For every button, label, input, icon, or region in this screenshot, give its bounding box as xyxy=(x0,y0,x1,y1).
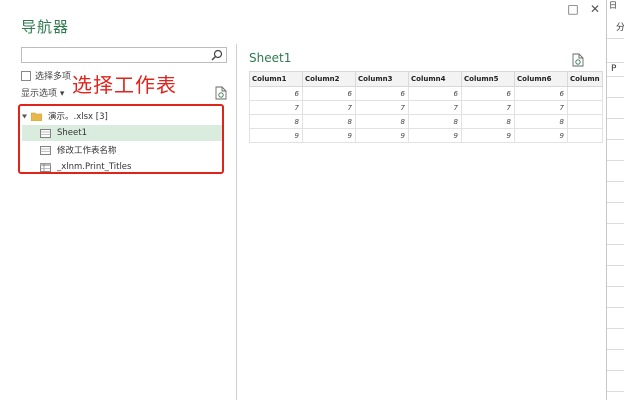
table-cell: 7 xyxy=(408,100,462,115)
table-cell: 9 xyxy=(461,128,515,143)
background-gridline xyxy=(607,244,624,245)
close-button[interactable]: ✕ xyxy=(588,2,602,16)
table-cell: 8 xyxy=(355,114,409,129)
background-partial-text: 日 xyxy=(609,1,617,10)
background-gridline xyxy=(607,62,624,63)
table-cell: 8 xyxy=(514,114,568,129)
table-cell: 9 xyxy=(514,128,568,143)
table-icon xyxy=(40,162,51,172)
table-row: 9 9 9 9 9 9 xyxy=(249,128,603,143)
background-gridline xyxy=(607,349,624,350)
column-header[interactable]: Column xyxy=(567,71,603,87)
search-input[interactable] xyxy=(21,47,227,63)
background-gridline xyxy=(607,391,624,392)
multi-select-checkbox[interactable] xyxy=(21,70,31,81)
column-header[interactable]: Column6 xyxy=(514,71,568,87)
table-row: 6 6 6 6 6 6 xyxy=(249,86,603,101)
table-cell: 8 xyxy=(249,114,303,129)
refresh-icon[interactable] xyxy=(215,86,227,100)
table-cell: 8 xyxy=(461,114,515,129)
table-cell: 7 xyxy=(514,100,568,115)
background-gridline xyxy=(607,160,624,161)
display-options-dropdown[interactable]: 显示选项 ▾ xyxy=(21,86,64,99)
table-cell: 9 xyxy=(355,128,409,143)
table-cell xyxy=(567,128,603,143)
table-cell: 9 xyxy=(302,128,356,143)
table-row: 8 8 8 8 8 8 xyxy=(249,114,603,129)
table-cell: 6 xyxy=(408,86,462,101)
background-gridline xyxy=(607,118,624,119)
preview-table: Column1 Column2 Column3 Column4 Column5 … xyxy=(249,71,603,143)
preview-title: Sheet1 xyxy=(249,51,292,65)
multi-select-option[interactable]: 选择多项 xyxy=(21,69,71,82)
annotation-text: 选择工作表 xyxy=(72,73,177,97)
column-header[interactable]: Column2 xyxy=(302,71,356,87)
column-header[interactable]: Column5 xyxy=(461,71,515,87)
background-gridline xyxy=(607,38,624,39)
column-header[interactable]: Column1 xyxy=(249,71,303,87)
column-header[interactable]: Column3 xyxy=(355,71,409,87)
table-cell: 9 xyxy=(408,128,462,143)
background-column-letter: P xyxy=(611,64,617,74)
column-header[interactable]: Column4 xyxy=(408,71,462,87)
table-cell: 6 xyxy=(461,86,515,101)
table-cell xyxy=(567,100,603,115)
table-cell: 7 xyxy=(302,100,356,115)
background-gridline xyxy=(607,370,624,371)
background-gridline xyxy=(607,202,624,203)
tree-root-workbook[interactable]: 演示。.xlsx [3] xyxy=(22,108,222,124)
table-row: 7 7 7 7 7 7 xyxy=(249,100,603,115)
background-gridline xyxy=(607,181,624,182)
preview-header-row: Column1 Column2 Column3 Column4 Column5 … xyxy=(249,71,603,87)
table-cell: 8 xyxy=(408,114,462,129)
table-cell: 8 xyxy=(302,114,356,129)
folder-icon xyxy=(31,112,42,121)
table-cell xyxy=(567,114,603,129)
table-cell: 7 xyxy=(461,100,515,115)
background-cell-text: 分 xyxy=(616,23,624,33)
table-cell: 6 xyxy=(302,86,356,101)
multi-select-label: 选择多项 xyxy=(35,72,72,82)
background-gridline xyxy=(607,76,624,77)
table-cell: 6 xyxy=(514,86,568,101)
tree-item-sheet1[interactable]: Sheet1 xyxy=(22,125,222,141)
table-cell xyxy=(567,86,603,101)
table-cell: 7 xyxy=(355,100,409,115)
table-cell: 6 xyxy=(355,86,409,101)
collapse-triangle-icon[interactable] xyxy=(22,112,28,121)
background-gridline xyxy=(607,307,624,308)
tree-item-rename-sheet[interactable]: 修改工作表名称 xyxy=(22,142,222,158)
sheet-icon xyxy=(40,145,51,155)
table-cell: 9 xyxy=(249,128,303,143)
pane-splitter[interactable] xyxy=(236,44,237,400)
tree-root-label: 演示。.xlsx [3] xyxy=(48,112,108,122)
navigator-tree: 演示。.xlsx [3] Sheet1 修改工作表名称 _xlnm.Print_… xyxy=(18,104,224,174)
background-gridline xyxy=(607,286,624,287)
navigator-dialog: 导航器 □ ✕ 选择多项 选择工作表 显示选项 ▾ 演示。.xlsx [3] S… xyxy=(0,0,607,400)
tree-item-label: 修改工作表名称 xyxy=(57,146,117,156)
background-gridline xyxy=(607,328,624,329)
preview-export-icon[interactable] xyxy=(572,53,584,67)
maximize-button[interactable]: □ xyxy=(566,2,580,16)
tree-item-label: Sheet1 xyxy=(57,128,87,138)
table-cell: 7 xyxy=(249,100,303,115)
background-spreadsheet: 日 分 P xyxy=(607,0,624,400)
dialog-title: 导航器 xyxy=(21,18,70,36)
background-gridline xyxy=(607,97,624,98)
tree-item-print-titles[interactable]: _xlnm.Print_Titles xyxy=(22,159,222,175)
search-icon[interactable] xyxy=(211,49,223,61)
table-cell: 6 xyxy=(249,86,303,101)
tree-item-label: _xlnm.Print_Titles xyxy=(57,162,132,172)
background-gridline xyxy=(607,139,624,140)
background-gridline xyxy=(607,223,624,224)
sheet-icon xyxy=(40,128,51,138)
background-gridline xyxy=(607,265,624,266)
